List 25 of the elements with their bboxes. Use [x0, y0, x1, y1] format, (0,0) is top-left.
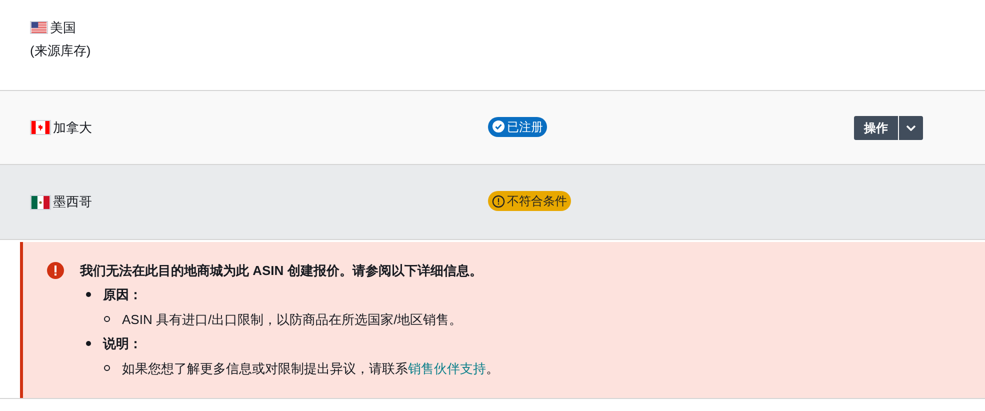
- bullet-icon: [104, 316, 110, 322]
- bullet-icon: [86, 341, 91, 346]
- error-icon: [47, 262, 64, 279]
- detail-text: ASIN 具有进口/出口限制，以防商品在所选国家/地区销售。: [122, 310, 462, 328]
- section-label: 原因：: [103, 286, 142, 304]
- flag-icon: [30, 120, 51, 135]
- status-badge: 已注册: [488, 116, 547, 136]
- country-name: 墨西哥: [53, 193, 92, 212]
- bullet-icon: [86, 292, 91, 298]
- section-label: 说明：: [103, 335, 142, 353]
- flag-icon: [30, 21, 48, 34]
- check-icon: [492, 120, 505, 133]
- country-note: (来源库存): [30, 42, 92, 60]
- support-link[interactable]: 销售伙伴支持: [408, 360, 486, 376]
- warning-icon: [492, 194, 505, 208]
- action-button[interactable]: 操作: [854, 116, 898, 140]
- status-badge: 不符合条件: [488, 191, 571, 211]
- detail-text: 如果您想了解更多信息或对限制提出异议，请联系销售伙伴支持。: [122, 360, 499, 378]
- country-name: 加拿大: [53, 118, 92, 137]
- dropdown-button[interactable]: [899, 116, 923, 140]
- caret-icon: [906, 124, 916, 130]
- bullet-icon: [104, 365, 110, 372]
- alert-title: 我们无法在此目的地商城为此 ASIN 创建报价。请参阅以下详细信息。: [80, 262, 484, 280]
- country-name: 美国: [50, 19, 76, 37]
- flag-icon: [30, 194, 51, 210]
